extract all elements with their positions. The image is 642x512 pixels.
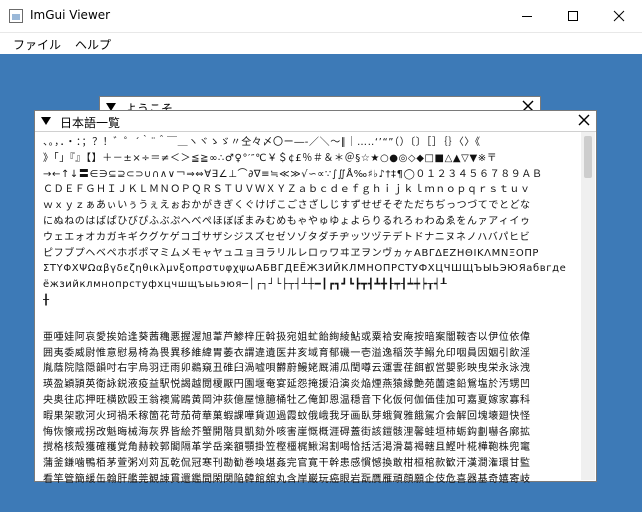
glyph-line: ёжзийклмнопрстуфхцчшщъыьэюя─│┌┐┘└├┬┤┴┼━┃… — [43, 279, 448, 291]
scrollbar-thumb[interactable] — [584, 136, 592, 178]
japanese-title: 日本語一覧 — [60, 116, 121, 130]
minimize-icon — [522, 15, 532, 17]
glyph-line: 》「」『』【】＋－±×÷＝≠＜＞≦≧∞∴♂♀°′″℃￥＄¢£％＃＆＊＠§☆★○●… — [43, 152, 498, 164]
glyph-line: ＣＤＥＦＧＨＩＪＫＬＭＮＯＰＱＲＳＴＵＶＷＸＹＺａｂｃｄｅｆｇｈｉｊｋｌｍｎｏｐ… — [43, 184, 531, 196]
glyph-line: 胤蔭院陰隠韻吋右宇烏羽迂雨卯鵜窺丑碓臼渦嘘唄欝蔚鰻姥厩浦瓜閏噂云運雲荏餌叡営嬰影… — [43, 363, 531, 375]
glyph-line: 撹格核殻獲確穫覚角赫較郭閣隔革学岳楽額顎掛笠樫橿梶鰍潟割喝恰括活渇滑葛褐轄且鰹叶… — [43, 442, 531, 454]
glyph-line: ╂ — [43, 294, 50, 306]
glyph-line: →←↑↓〓∈∋⊆⊇⊂⊃∪∩∧∨￢⇒⇔∀∃∠⊥⌒∂∇≡≒≪≫√∽∝∵∫∬Å‰♯♭♪… — [43, 168, 543, 180]
glyph-line: ｗｘｙｚぁあぃいぅうぇえぉおかがきぎくぐけげこごさざしじすずせぜそぞただちぢっつ… — [43, 200, 531, 212]
glyph-line: 、。，．・：；？！゛゜´｀¨＾￣＿ヽヾゝゞ〃仝々〆〇ー―‐／＼～∥｜…‥‘’“”… — [43, 137, 481, 148]
glyph-line: 看竿管簡緩缶翰肝艦莞観諌貫還鑑間閑関陥韓館舘丸含岸巌玩癌眼岩翫贋雁頑顔願企伎危喜… — [43, 473, 531, 485]
glyph-line: 蒲釜鎌噛鴨栢茅萱粥刈苅瓦乾侃冠寒刊勘勧巻喚堪姦完官寛干幹患感慣憾換敢柑桓棺款歓汗… — [43, 458, 531, 470]
japanese-title-bar[interactable]: 日本語一覧 — [35, 111, 596, 132]
glyph-line: ΣΤΥΦΧΨΩαβγδεζηθικλμνξοπρστυφχψωАБВГДЕЁЖЗ… — [43, 263, 567, 275]
character-list: 、。，．・：；？！゛゜´｀¨＾￣＿ヽヾゝゞ〃仝々〆〇ー―‐／＼～∥｜…‥‘’“”… — [43, 135, 578, 485]
glyph-line: にぬねのはばぱひびぴふぶぷへべぺほぼぽまみむめもゃやゅゆょよらりるれろゎわゐゑを… — [43, 215, 531, 227]
vertical-scrollbar[interactable] — [581, 132, 595, 480]
glyph-line: 央奥往応押旺横欧殴王翁襖鴬鴎黄岡沖荻億屋憶臆桶牡乙俺卸恩温穏音下化仮何伽価佳加可… — [43, 394, 531, 406]
glyph-line: 暇果架歌河火珂禍禾稼箇花苛茄荷華菓蝦課嘩貨迦過霞蚊俄峨我牙画臥芽蛾賀雅餓駕介会解… — [43, 410, 531, 422]
glyph-line: ウェエォオカガキギクグケゲコゴサザシジスズセゼソゾタダチヂッツヅテデトドナニヌネ… — [43, 231, 531, 243]
glyph-line: 亜唖娃阿哀愛挨姶逢葵茜穐悪握渥旭葦芦鯵梓圧斡扱宛姐虻飴絢綾鮎或粟袷安庵按暗案闇鞍… — [43, 331, 531, 343]
japanese-list-window[interactable]: 日本語一覧 、。，．・：；？！゛゜´｀¨＾￣＿ヽヾゝゞ〃仝々〆〇ー―‐／＼～∥｜… — [34, 110, 597, 485]
collapse-arrow-icon[interactable] — [41, 117, 51, 125]
app-title: ImGui Viewer — [30, 8, 111, 22]
glyph-line: 悔恢懐戒拐改魁晦械海灰界皆絵芥蟹開階貝凱劾外咳害崖慨概涯碍蓋街該鎧骸浬馨蛙垣柿蛎… — [43, 426, 531, 438]
close-icon[interactable] — [576, 112, 592, 128]
glyph-line: 瑛盈穎頴英衛詠鋭液疫益駅悦謁越閲榎厭円園堰奄宴延怨掩援沿演炎焔煙燕猿縁艶苑薗遠鉛… — [43, 379, 531, 391]
app-icon — [9, 9, 23, 23]
maximize-icon — [568, 10, 578, 21]
menu-file[interactable]: ファイル — [13, 36, 61, 53]
glyph-line: 囲夷委威尉惟意慰易椅為畏異移維緯胃萎衣謂違遺医井亥域育郁磯一壱溢逸稲茨芋鰯允印咽… — [43, 347, 531, 359]
maximize-button[interactable] — [550, 0, 596, 31]
menu-help[interactable]: ヘルプ — [75, 36, 111, 53]
close-icon — [613, 10, 625, 21]
title-bar[interactable]: ImGui Viewer — [0, 0, 642, 32]
minimize-button[interactable] — [504, 0, 550, 31]
menu-bar: ファイル ヘルプ — [0, 32, 642, 54]
glyph-line: ピフブプヘベペホボポマミムメモャヤュユョヨラリルレロヮワヰヱヲンヴヵヶΑΒΓΔΕ… — [43, 247, 540, 259]
close-button[interactable] — [596, 0, 642, 31]
